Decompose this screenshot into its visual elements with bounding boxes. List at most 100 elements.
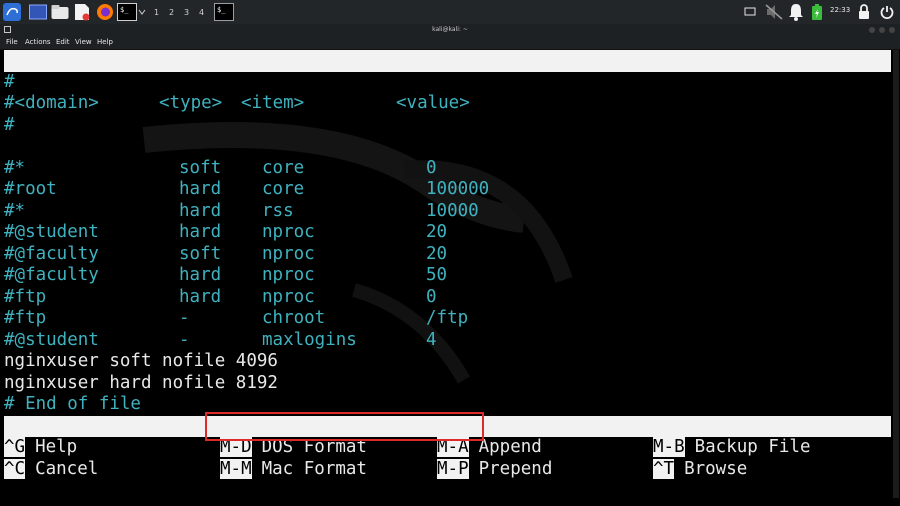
config-field: 100000 bbox=[426, 179, 490, 199]
menu-edit[interactable]: Edit bbox=[56, 38, 70, 46]
config-line[interactable]: #@faculty hard nproc 50 bbox=[4, 265, 891, 287]
config-field: soft bbox=[179, 157, 222, 178]
clock[interactable]: 22:33 bbox=[830, 6, 850, 14]
terminal-task-button[interactable]: $_ bbox=[214, 3, 234, 21]
menu-help[interactable]: Help bbox=[97, 38, 113, 46]
config-line[interactable]: #* hard rss 10000 bbox=[4, 201, 891, 223]
battery-icon bbox=[810, 3, 824, 21]
file-manager-icon[interactable] bbox=[51, 3, 69, 21]
config-line[interactable]: #ftp hard nproc 0 bbox=[4, 287, 891, 309]
shortcut-mac-format[interactable]: M-M Mac Format bbox=[220, 458, 367, 481]
config-line[interactable]: # bbox=[4, 72, 891, 94]
shortcut-key: ^G bbox=[4, 437, 26, 457]
config-field: #* bbox=[4, 200, 26, 221]
config-line[interactable]: #root hard core 100000 bbox=[4, 179, 891, 201]
nano-title-bar: GNU nano 6.3 /etc/security/limits.conf * bbox=[4, 50, 891, 113]
shortcut-key: ^T bbox=[653, 458, 675, 479]
workspace-2[interactable]: 2 bbox=[169, 8, 174, 17]
config-line[interactable]: #@student hard nproc 20 bbox=[4, 222, 891, 244]
config-field: #ftp bbox=[4, 308, 47, 328]
config-field: #* bbox=[4, 157, 26, 178]
config-line[interactable]: # bbox=[4, 115, 891, 137]
config-field: #@faculty bbox=[4, 243, 99, 264]
terminal-icon[interactable]: $_ bbox=[117, 3, 137, 21]
config-field: nproc bbox=[262, 265, 315, 285]
config-field: 20 bbox=[426, 243, 448, 264]
end-of-file-comment[interactable]: # End of file bbox=[4, 394, 141, 416]
config-field: - bbox=[179, 308, 190, 328]
taskbar: $_ 1 2 3 4 $_ 22:33 bbox=[0, 0, 900, 24]
filename-highlight-box bbox=[205, 412, 484, 441]
config-field: #root bbox=[4, 179, 57, 199]
config-line[interactable]: #<domain> <type> <item> <value> bbox=[4, 93, 891, 115]
shortcut-key: M-P bbox=[437, 458, 469, 479]
firefox-icon[interactable] bbox=[96, 3, 114, 21]
lock-icon[interactable] bbox=[858, 3, 870, 21]
shortcut-label: Browse bbox=[684, 458, 748, 479]
config-line[interactable]: nginxuser soft nofile 4096 bbox=[4, 351, 278, 373]
shortcut-label: Backup File bbox=[694, 437, 811, 457]
config-field: <item> bbox=[241, 93, 305, 113]
window-titlebar: kali@kali: ~ bbox=[0, 24, 900, 36]
config-field: 4 bbox=[426, 329, 437, 350]
menu-file[interactable]: File bbox=[6, 38, 18, 46]
config-line[interactable]: #* soft core 0 bbox=[4, 158, 891, 180]
config-field: # bbox=[4, 114, 15, 135]
config-field: nproc bbox=[262, 222, 315, 242]
config-field: # bbox=[4, 71, 15, 92]
workspace-1[interactable]: 1 bbox=[154, 8, 159, 17]
dropdown-icon[interactable] bbox=[138, 3, 146, 21]
config-line[interactable] bbox=[4, 136, 891, 158]
shortcut-label: Mac Format bbox=[261, 458, 367, 479]
workspace-3[interactable]: 3 bbox=[184, 8, 189, 17]
shortcut-key: M-B bbox=[653, 437, 685, 457]
close-icon[interactable] bbox=[888, 26, 896, 36]
svg-text:$_: $_ bbox=[120, 6, 129, 14]
shortcut-browse[interactable]: ^T Browse bbox=[653, 458, 748, 481]
mute-icon[interactable] bbox=[764, 3, 784, 21]
config-field: nproc bbox=[262, 286, 315, 307]
svg-text:$_: $_ bbox=[217, 6, 226, 14]
config-field: 0 bbox=[426, 286, 437, 307]
config-field: #ftp bbox=[4, 286, 47, 307]
text-editor-icon[interactable] bbox=[74, 3, 90, 21]
config-field: core bbox=[262, 179, 305, 199]
config-field: #<domain> bbox=[4, 93, 99, 113]
menu-actions[interactable]: Actions bbox=[25, 38, 51, 46]
shortcut-key: ^C bbox=[4, 458, 26, 479]
config-line[interactable]: #@student - maxlogins 4 bbox=[4, 330, 891, 352]
menu-view[interactable]: View bbox=[75, 38, 92, 46]
minimize-icon[interactable] bbox=[868, 26, 876, 36]
maximize-icon[interactable] bbox=[878, 26, 886, 36]
config-field: <type> bbox=[159, 93, 223, 113]
kali-menu-icon[interactable] bbox=[3, 3, 21, 21]
config-line[interactable]: #@faculty soft nproc 20 bbox=[4, 244, 891, 266]
shortcut-label: Prepend bbox=[478, 458, 553, 479]
config-field: 10000 bbox=[426, 200, 479, 221]
config-field: /ftp bbox=[426, 308, 469, 328]
workspace-4[interactable]: 4 bbox=[199, 8, 204, 17]
config-line[interactable]: #ftp - chroot/ftp bbox=[4, 308, 891, 330]
config-field: chroot bbox=[262, 308, 326, 328]
config-field: hard bbox=[179, 286, 222, 307]
config-field: maxlogins bbox=[262, 329, 357, 350]
shortcut-label: Append bbox=[478, 437, 542, 457]
power-icon[interactable] bbox=[880, 3, 894, 21]
config-field: <value> bbox=[396, 93, 470, 113]
config-field: 50 bbox=[426, 265, 448, 285]
config-field: rss bbox=[262, 200, 294, 221]
config-field: #@student bbox=[4, 222, 99, 242]
desktop-icon[interactable] bbox=[29, 3, 47, 21]
config-line[interactable]: nginxuser hard nofile 8192 bbox=[4, 373, 278, 395]
shortcut-help[interactable]: ^G Help bbox=[4, 437, 77, 459]
shortcut-cancel[interactable]: ^C Cancel bbox=[4, 458, 98, 481]
terminal-scrollbar[interactable] bbox=[893, 50, 899, 498]
notification-bell-icon[interactable] bbox=[788, 3, 804, 21]
shortcut-prepend[interactable]: M-P Prepend bbox=[437, 458, 553, 481]
display-icon[interactable] bbox=[744, 3, 756, 21]
config-field: #@student bbox=[4, 329, 99, 350]
shortcut-backup-file[interactable]: M-B Backup File bbox=[653, 437, 811, 459]
config-field: #@faculty bbox=[4, 265, 99, 285]
config-field: nproc bbox=[262, 243, 315, 264]
config-field: 0 bbox=[426, 157, 437, 178]
